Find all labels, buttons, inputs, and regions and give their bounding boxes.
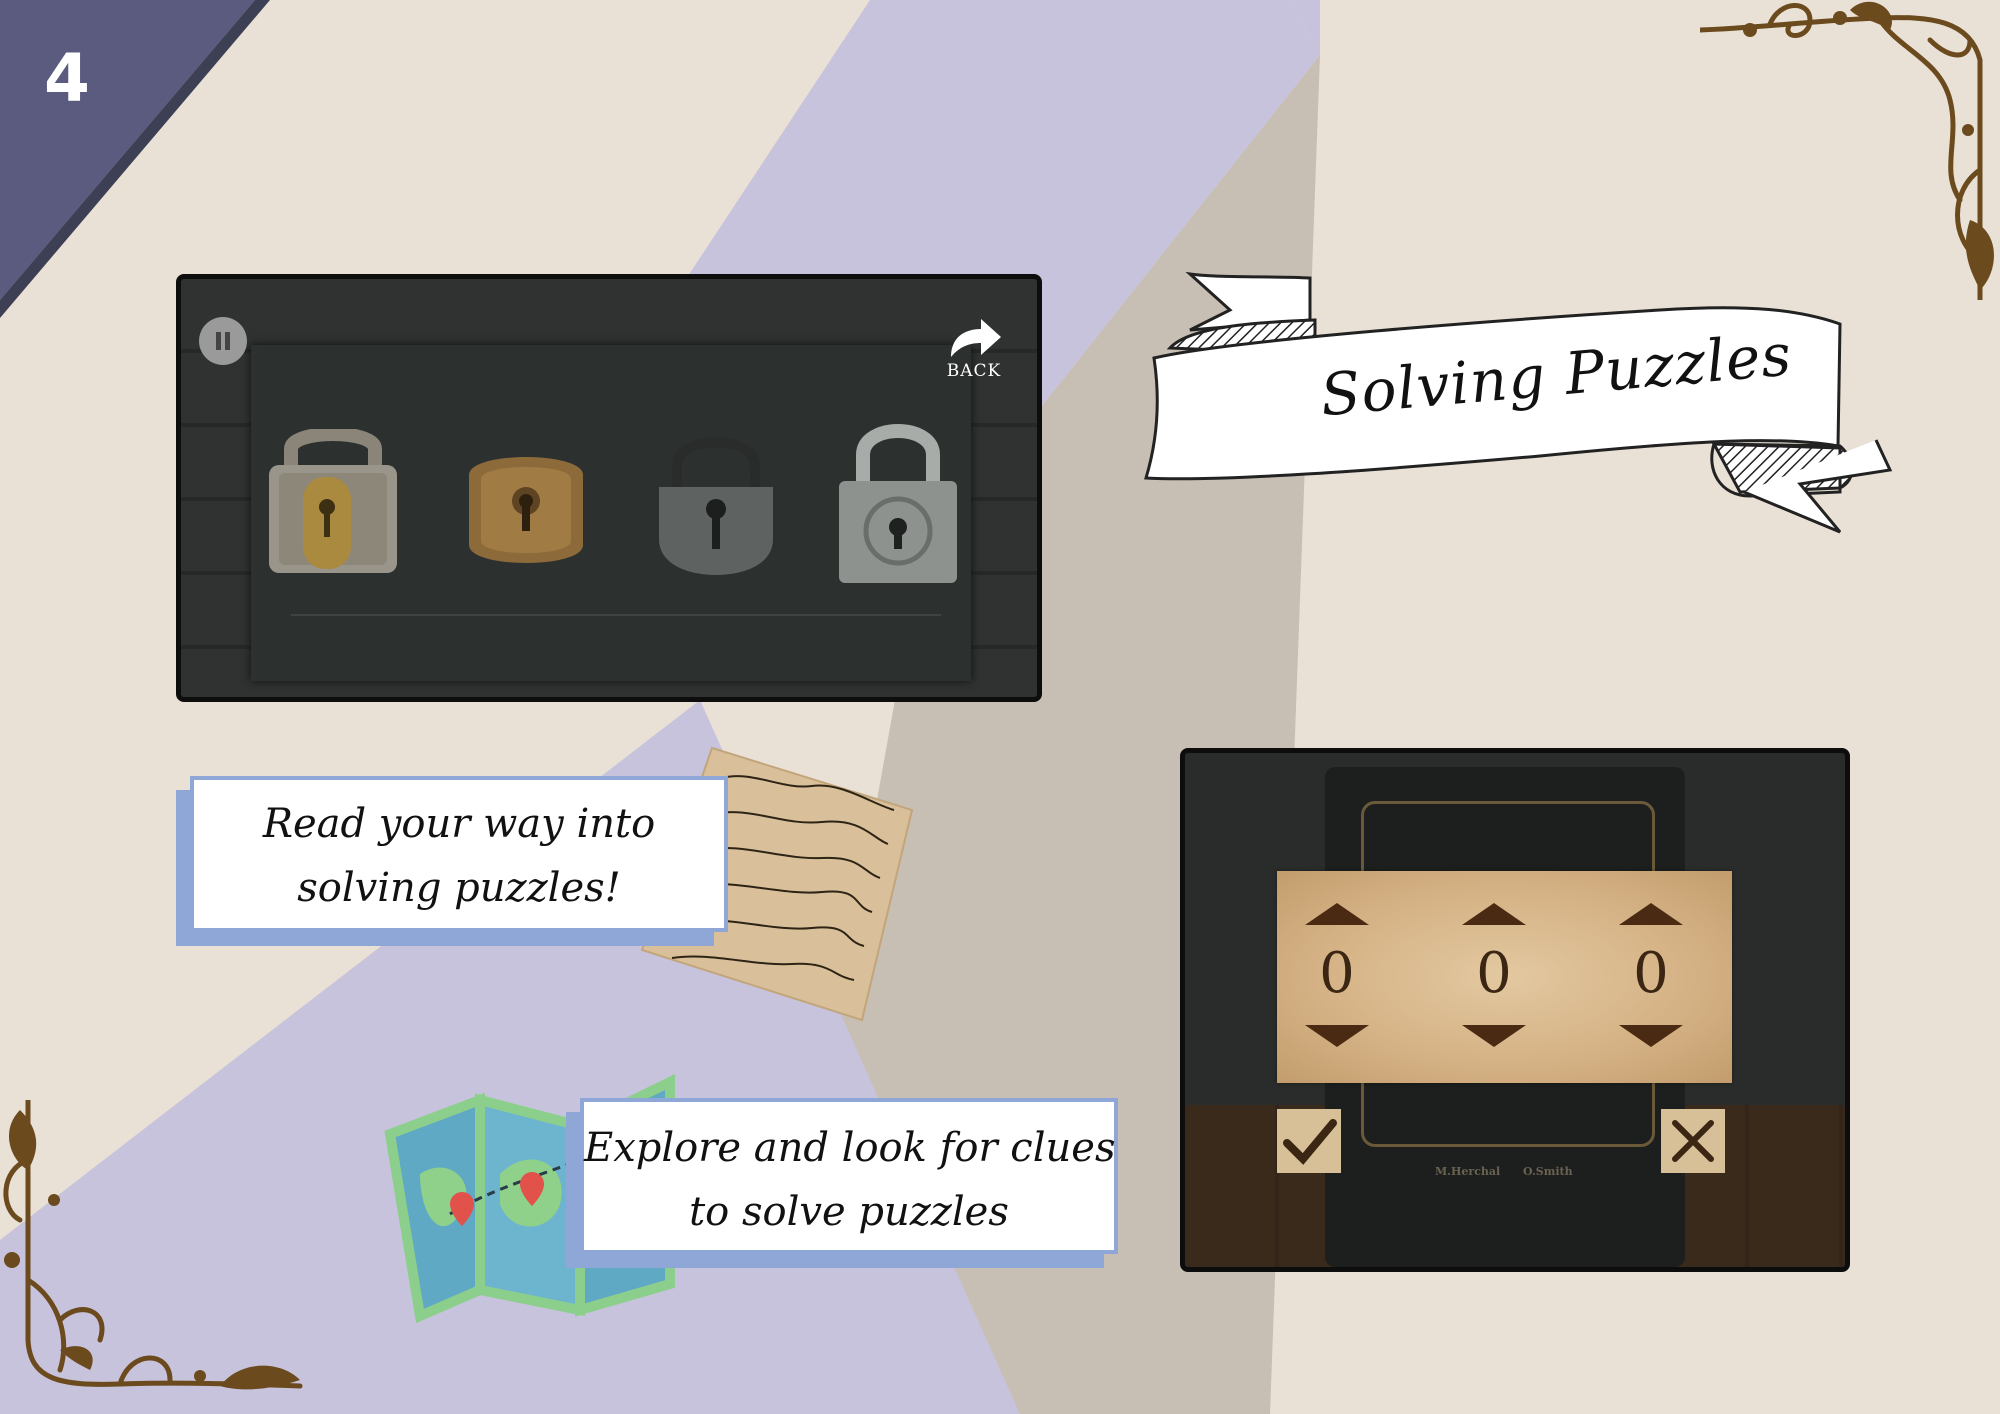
corner-ornament-bottom-left bbox=[3, 1100, 303, 1390]
silver-padlock[interactable] bbox=[833, 417, 963, 587]
code-lock-screenshot: M.Herchal O.Smith 0 0 0 bbox=[1180, 748, 1850, 1272]
digit1-up-arrow[interactable] bbox=[1305, 903, 1369, 925]
confirm-button[interactable] bbox=[1277, 1109, 1341, 1173]
bronze-padlock[interactable] bbox=[459, 445, 593, 575]
safe-name-right: O.Smith bbox=[1523, 1165, 1573, 1178]
shelf-line bbox=[291, 614, 941, 616]
lock-selection-screenshot: BACK bbox=[176, 274, 1042, 702]
rusty-padlock[interactable] bbox=[263, 429, 403, 579]
digit3: 0 bbox=[1633, 941, 1669, 1006]
checkmark-icon bbox=[1283, 1119, 1337, 1165]
back-button[interactable]: BACK bbox=[939, 317, 1009, 381]
digit1-down-arrow[interactable] bbox=[1305, 1025, 1369, 1047]
code-panel: 0 0 0 bbox=[1277, 871, 1732, 1083]
digit2-down-arrow[interactable] bbox=[1462, 1025, 1526, 1047]
page-number: 4 bbox=[44, 40, 90, 117]
back-arrow-icon bbox=[951, 319, 1001, 357]
digit1: 0 bbox=[1319, 941, 1355, 1006]
caption-explore-line1: Explore and look for clues bbox=[584, 1125, 1116, 1171]
cancel-button[interactable] bbox=[1661, 1109, 1725, 1173]
back-label: BACK bbox=[946, 361, 1002, 381]
caption-explore-line2: to solve puzzles bbox=[689, 1189, 1009, 1235]
caption-read-line2: solving puzzles! bbox=[297, 865, 621, 911]
digit2: 0 bbox=[1476, 941, 1512, 1006]
digit3-up-arrow[interactable] bbox=[1619, 903, 1683, 925]
safe-name-left: M.Herchal bbox=[1435, 1165, 1501, 1178]
caption-read: Read your way into solving puzzles! bbox=[190, 776, 728, 932]
digit2-up-arrow[interactable] bbox=[1462, 903, 1526, 925]
caption-read-line1: Read your way into bbox=[262, 801, 656, 847]
pause-button[interactable] bbox=[199, 317, 247, 365]
digit3-down-arrow[interactable] bbox=[1619, 1025, 1683, 1047]
close-icon bbox=[1672, 1120, 1714, 1162]
iron-padlock[interactable] bbox=[653, 429, 779, 579]
caption-explore: Explore and look for clues to solve puzz… bbox=[580, 1098, 1118, 1254]
corner-ornament-top-right bbox=[1700, 1, 1994, 300]
